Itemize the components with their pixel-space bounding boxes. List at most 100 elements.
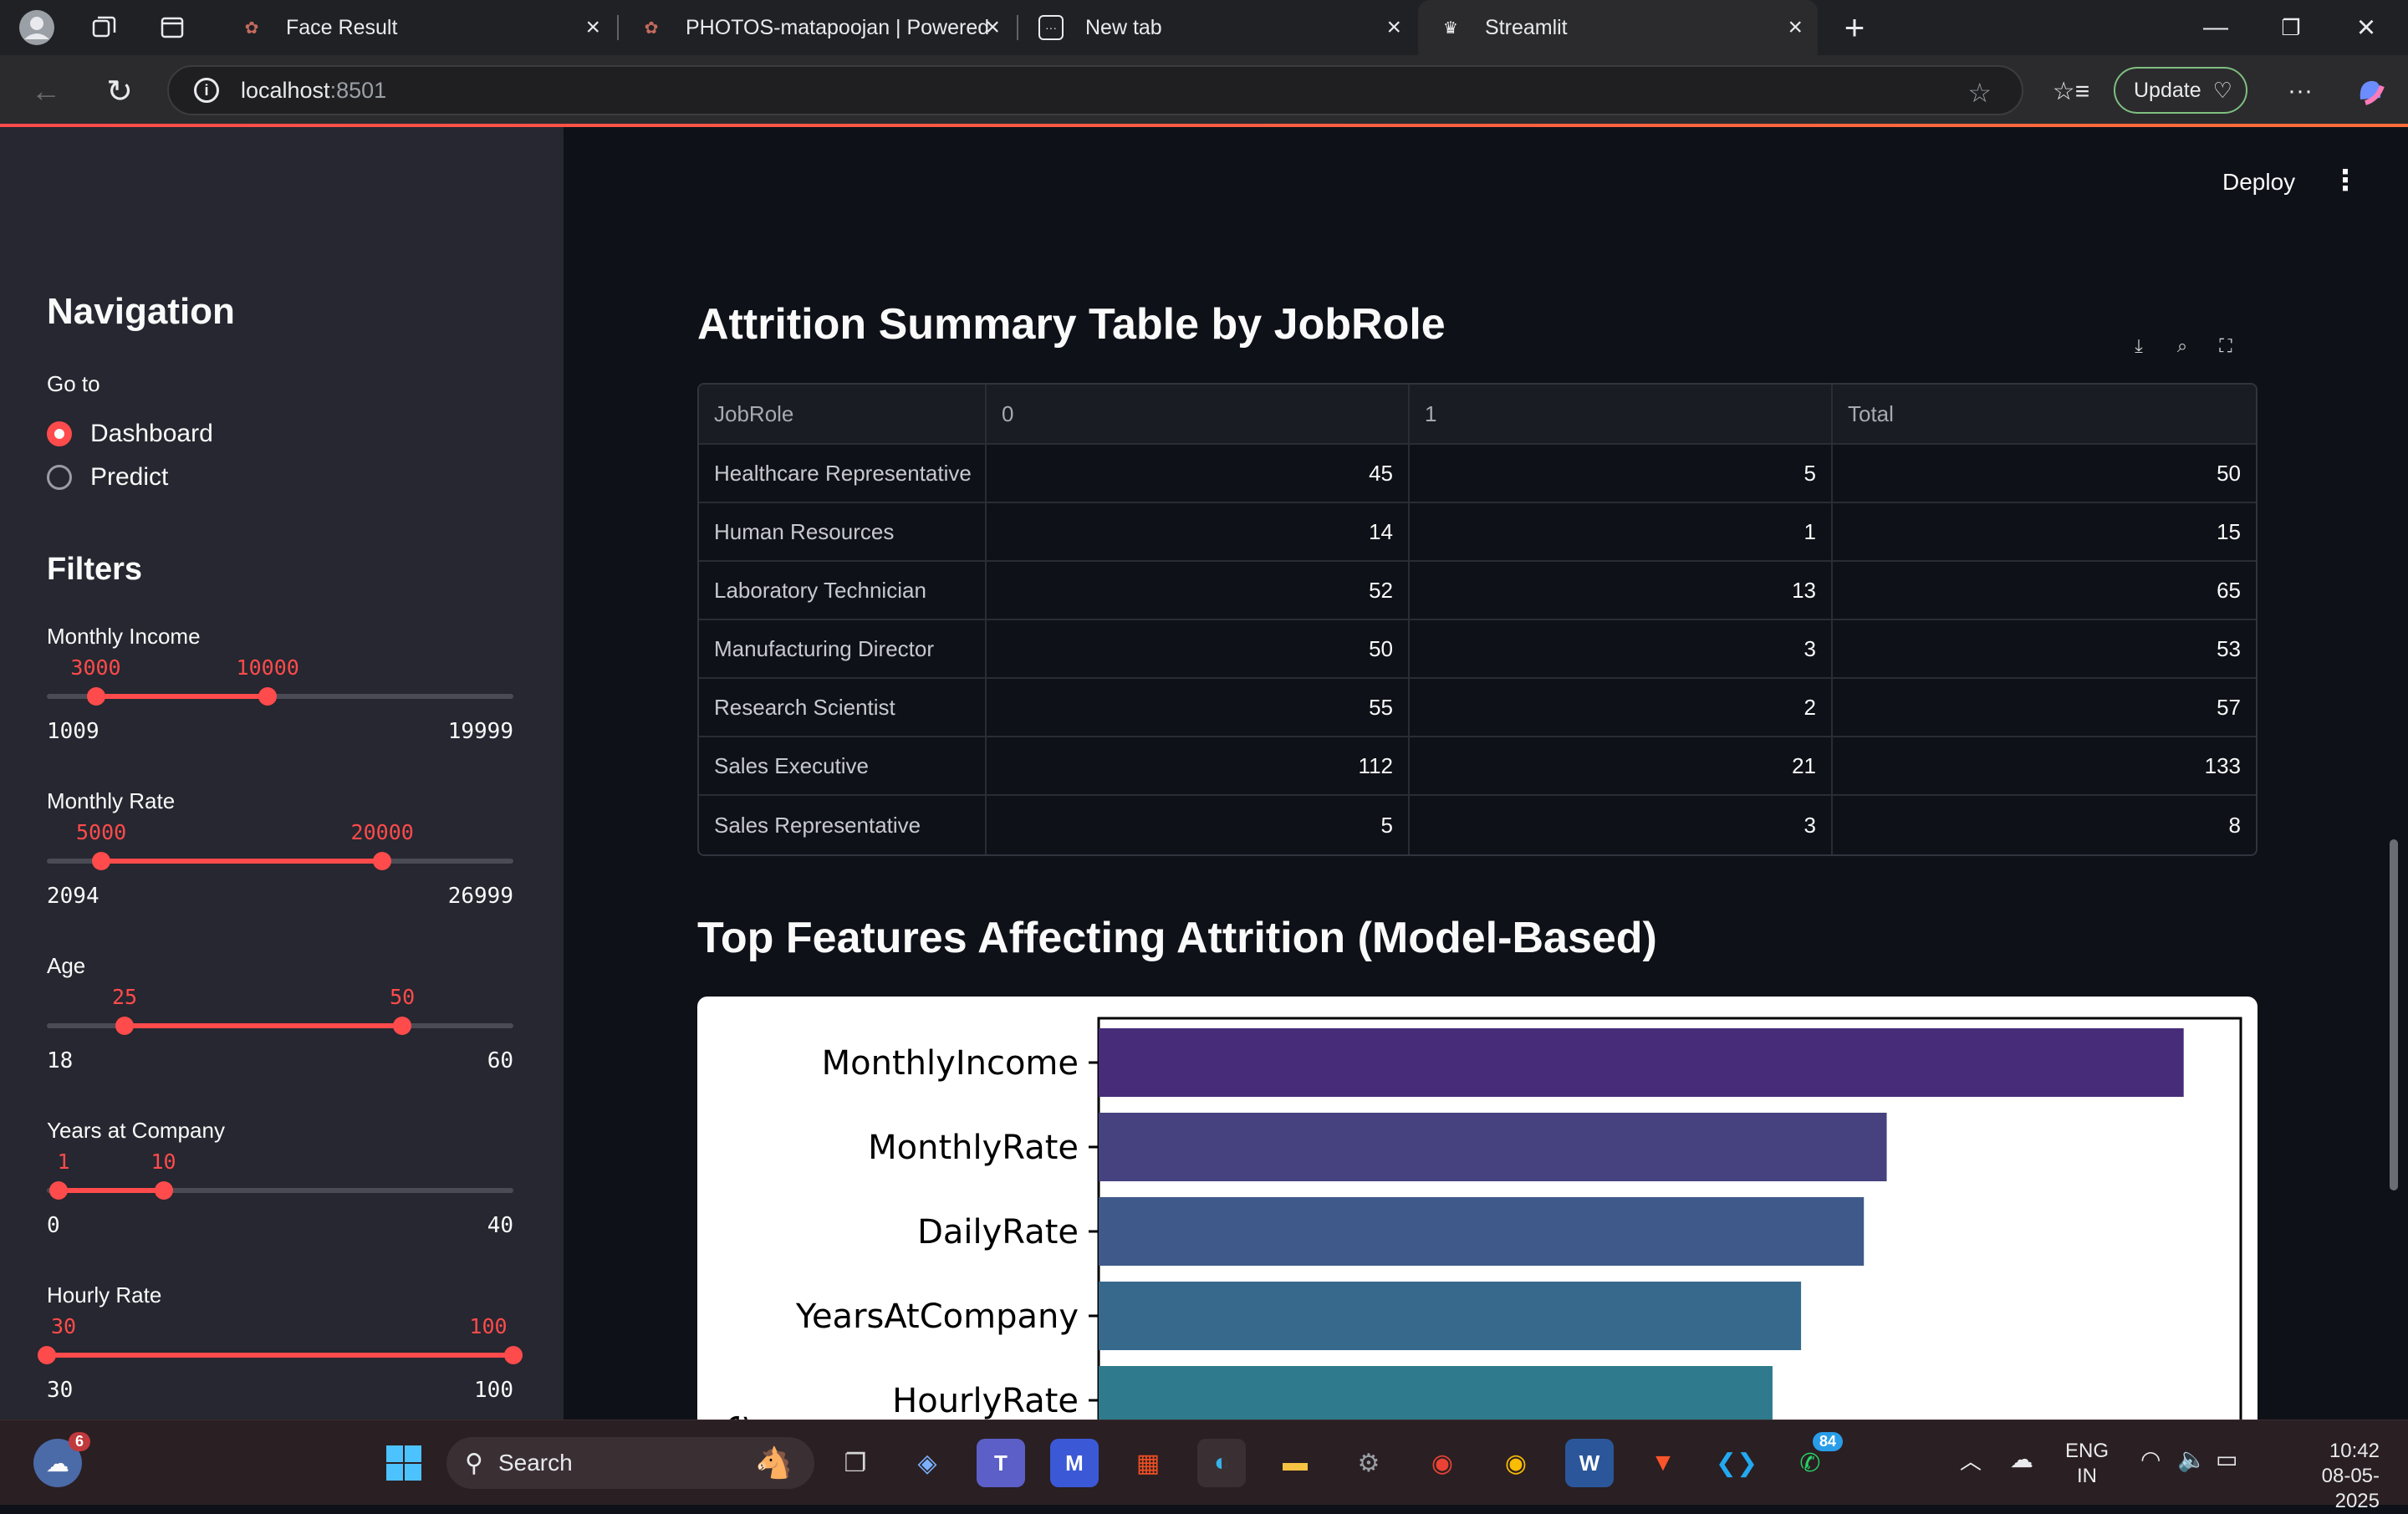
slider-high-thumb[interactable] [154, 1181, 173, 1200]
count-cell[interactable]: 52 [987, 562, 1410, 619]
count-cell[interactable]: 14 [987, 503, 1410, 560]
table-row[interactable]: Manufacturing Director 50 3 53 [699, 620, 2256, 679]
close-tab-icon[interactable]: × [585, 15, 600, 40]
volume-icon[interactable]: 🔈 [2177, 1447, 2206, 1472]
count-cell[interactable]: 45 [987, 445, 1410, 502]
page-scrollbar[interactable] [2390, 839, 2398, 1190]
windows-start-icon[interactable] [380, 1439, 428, 1487]
vscode-icon[interactable]: ❮❯ [1712, 1439, 1761, 1487]
favorites-icon[interactable]: ☆≡ [2050, 70, 2092, 112]
update-button[interactable]: Update ♡ [2114, 67, 2247, 114]
jobrole-cell[interactable]: Research Scientist [699, 679, 987, 736]
count-cell[interactable]: 1 [1410, 503, 1833, 560]
table-row[interactable]: Research Scientist 55 2 57 [699, 679, 2256, 737]
count-cell[interactable]: 3 [1410, 796, 1833, 854]
slider-high-thumb[interactable] [504, 1346, 523, 1364]
taskbar-search[interactable]: ⚲ Search 🐴 [446, 1437, 814, 1489]
count-cell[interactable]: 13 [1410, 562, 1833, 619]
battery-icon[interactable]: ▭ [2216, 1447, 2237, 1472]
bookmark-star-icon[interactable]: ☆ [1967, 77, 1992, 109]
count-cell[interactable]: 65 [1833, 562, 2256, 619]
jobrole-cell[interactable]: Laboratory Technician [699, 562, 987, 619]
tray-overflow-icon[interactable]: ︿ [1960, 1449, 1982, 1474]
fullscreen-icon[interactable]: ⛶ [2214, 334, 2237, 358]
brave-browser-icon[interactable]: ▼ [1639, 1439, 1687, 1487]
slider-high-thumb[interactable] [393, 1017, 412, 1035]
refresh-icon[interactable]: ↻ [99, 70, 140, 112]
new-tab-plus-icon[interactable]: + [1834, 8, 1875, 48]
table-row[interactable]: Sales Representative 5 3 8 [699, 796, 2256, 854]
language-indicator[interactable]: ENG IN [2065, 1439, 2109, 1489]
back-arrow-icon[interactable]: ← [25, 70, 67, 112]
copilot-app-icon[interactable]: ◈ [903, 1439, 951, 1487]
clock[interactable]: 10:42 08-05-2025 [2288, 1439, 2380, 1514]
site-info-icon[interactable]: i [194, 78, 219, 103]
slider-age[interactable]: Age 25 50 18 60 [47, 953, 513, 1095]
slider-low-thumb[interactable] [92, 852, 111, 870]
count-cell[interactable]: 50 [987, 620, 1410, 677]
count-cell[interactable]: 133 [1833, 737, 2256, 794]
tab-new-tab[interactable]: ··· New tab × [1018, 0, 1416, 55]
table-row[interactable]: Healthcare Representative 45 5 50 [699, 445, 2256, 503]
count-cell[interactable]: 53 [1833, 620, 2256, 677]
chrome-icon[interactable]: ◉ [1418, 1439, 1467, 1487]
profile-avatar-icon[interactable] [17, 8, 57, 48]
count-cell[interactable]: 55 [987, 679, 1410, 736]
table-row[interactable]: Sales Executive 112 21 133 [699, 737, 2256, 796]
onedrive-icon[interactable]: ☁ [2010, 1447, 2033, 1472]
main-menu-icon[interactable]: ⋮ [2331, 164, 2360, 197]
jobrole-cell[interactable]: Manufacturing Director [699, 620, 987, 677]
copilot-icon[interactable] [2349, 70, 2391, 112]
teams-icon[interactable]: T [977, 1439, 1025, 1487]
table-row[interactable]: Human Resources 14 1 15 [699, 503, 2256, 562]
slider-years-at-company[interactable]: Years at Company 1 10 0 40 [47, 1118, 513, 1260]
workspaces-icon[interactable] [84, 8, 124, 48]
count-cell[interactable]: 15 [1833, 503, 2256, 560]
deploy-button[interactable]: Deploy [2222, 169, 2295, 196]
radio-predict[interactable]: Predict [47, 463, 168, 492]
count-cell[interactable]: 50 [1833, 445, 2256, 502]
count-cell[interactable]: 8 [1833, 796, 2256, 854]
vscode-alt-icon[interactable]: M [1050, 1439, 1099, 1487]
task-view-icon[interactable]: ❐ [831, 1439, 880, 1487]
download-icon[interactable]: ⤓ [2127, 334, 2150, 358]
count-cell[interactable]: 112 [987, 737, 1410, 794]
column-header[interactable]: 1 [1410, 385, 1833, 443]
tab-photos[interactable]: ✿ PHOTOS-matapoojan | Powered By × [619, 0, 1015, 55]
jobrole-cell[interactable]: Healthcare Representative [699, 445, 987, 502]
chrome-profile-icon[interactable]: ◉ [1492, 1439, 1540, 1487]
slider-monthly-rate[interactable]: Monthly Rate 5000 20000 2094 26999 [47, 788, 513, 930]
slider-high-thumb[interactable] [373, 852, 392, 870]
count-cell[interactable]: 3 [1410, 620, 1833, 677]
slider-high-thumb[interactable] [258, 687, 278, 706]
minimize-window-icon[interactable]: — [2191, 8, 2241, 47]
column-header[interactable]: Total [1833, 385, 2256, 443]
more-menu-icon[interactable]: ··· [2279, 70, 2321, 112]
column-header[interactable]: 0 [987, 385, 1410, 443]
restore-window-icon[interactable]: ❐ [2266, 8, 2316, 47]
slider-hourly-rate[interactable]: Hourly Rate 30 100 30 100 [38, 1282, 523, 1420]
wifi-icon[interactable]: ◠ [2140, 1447, 2161, 1472]
count-cell[interactable]: 57 [1833, 679, 2256, 736]
close-tab-icon[interactable]: × [985, 15, 1000, 40]
jobrole-cell[interactable]: Sales Executive [699, 737, 987, 794]
count-cell[interactable]: 2 [1410, 679, 1833, 736]
count-cell[interactable]: 5 [1410, 445, 1833, 502]
slider-low-thumb[interactable] [38, 1346, 56, 1364]
whatsapp-icon[interactable]: ✆ 84 [1786, 1432, 1843, 1487]
settings-gear-icon[interactable]: ⚙ [1344, 1439, 1393, 1487]
close-tab-icon[interactable]: × [1386, 15, 1401, 40]
radio-dashboard[interactable]: Dashboard [47, 420, 213, 448]
file-explorer-icon[interactable]: ▬ [1271, 1439, 1319, 1487]
close-tab-icon[interactable]: × [1788, 15, 1803, 40]
column-header[interactable]: JobRole [699, 385, 987, 443]
slider-low-thumb[interactable] [115, 1017, 134, 1035]
table-row[interactable]: Laboratory Technician 52 13 65 [699, 562, 2256, 620]
attrition-summary-table[interactable]: JobRole 0 1 Total Healthcare Representat… [697, 383, 2258, 856]
word-icon[interactable]: W [1565, 1439, 1614, 1487]
jobrole-cell[interactable]: Human Resources [699, 503, 987, 560]
slider-monthly-income[interactable]: Monthly Income 3000 10000 1009 19999 [47, 624, 513, 766]
slider-low-thumb[interactable] [48, 1181, 68, 1200]
url-omnibox[interactable]: i localhost:8501 ☆ [167, 65, 2023, 115]
close-window-icon[interactable]: × [2341, 8, 2391, 47]
